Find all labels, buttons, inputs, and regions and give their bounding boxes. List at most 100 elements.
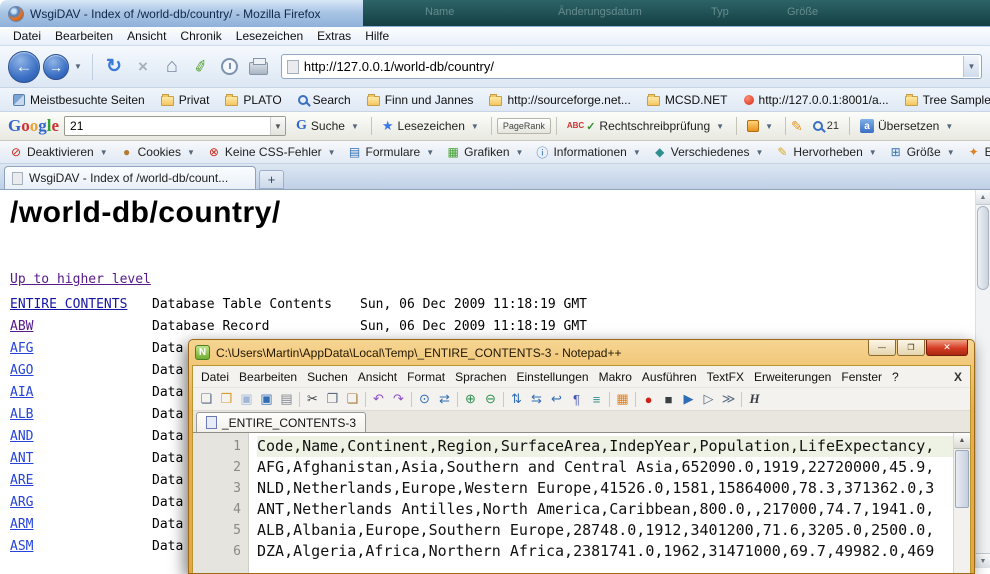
bookmark-tree-samples[interactable]: Tree Samples: [898, 92, 990, 108]
npp-menu-ausfuehren[interactable]: Ausführen: [637, 369, 702, 385]
scroll-up-button[interactable]: ▲: [954, 433, 970, 449]
indent-guide-icon[interactable]: ≡: [587, 390, 606, 409]
highlighter-button[interactable]: ✎: [791, 118, 803, 135]
webdev-groesse[interactable]: ⊞Größe▼: [884, 144, 962, 160]
paste-icon[interactable]: ❏: [343, 390, 362, 409]
listing-link-entire-contents[interactable]: ENTIRE CONTENTS: [10, 297, 127, 312]
reload-button[interactable]: ↻: [101, 53, 127, 81]
open-file-icon[interactable]: ❒: [217, 390, 236, 409]
copy-icon[interactable]: ❐: [323, 390, 342, 409]
page-scrollbar[interactable]: ▲ ▼: [975, 190, 990, 568]
webdev-cookies[interactable]: ●Cookies▼: [115, 144, 202, 160]
listing-link-asm[interactable]: ASM: [10, 539, 33, 554]
webdev-informationen[interactable]: ⓘInformationen▼: [530, 143, 647, 162]
address-bar[interactable]: http://127.0.0.1/world-db/country/ ▼: [281, 54, 982, 79]
listing-link-ant[interactable]: ANT: [10, 451, 33, 466]
scroll-down-button[interactable]: ▼: [976, 553, 990, 568]
history-clock-button[interactable]: [217, 53, 243, 81]
webdev-deaktivieren[interactable]: ⊘Deaktivieren▼: [4, 144, 115, 160]
save-macro-icon[interactable]: ▷: [699, 390, 718, 409]
close-document-button[interactable]: X: [954, 370, 962, 384]
html-preview-icon[interactable]: H: [745, 390, 764, 409]
npp-menu-datei[interactable]: Datei: [196, 369, 234, 385]
word-wrap-icon[interactable]: ↩: [547, 390, 566, 409]
menu-lesezeichen[interactable]: Lesezeichen: [229, 28, 310, 44]
cut-icon[interactable]: ✂: [303, 390, 322, 409]
scroll-up-button[interactable]: ▲: [976, 190, 990, 205]
record-macro-icon[interactable]: ●: [639, 390, 658, 409]
npp-menu-sprachen[interactable]: Sprachen: [450, 369, 511, 385]
zoom-out-icon[interactable]: ⊖: [481, 390, 500, 409]
bookmark-privat[interactable]: Privat: [154, 92, 217, 108]
up-to-higher-level-link[interactable]: Up to higher level: [10, 272, 151, 287]
notepadpp-titlebar[interactable]: N C:\Users\Martin\AppData\Local\Temp\_EN…: [189, 340, 974, 365]
npp-menu-format[interactable]: Format: [402, 369, 450, 385]
print-icon[interactable]: ▤: [277, 390, 296, 409]
close-button[interactable]: ✕: [926, 340, 968, 356]
translate-button[interactable]: a Übersetzen ▼: [855, 117, 960, 135]
google-search-input[interactable]: [65, 119, 270, 133]
url-text[interactable]: http://127.0.0.1/world-db/country/: [304, 59, 958, 74]
back-button[interactable]: ←: [8, 51, 40, 83]
sync-horizontal-icon[interactable]: ⇆: [527, 390, 546, 409]
npp-menu-help[interactable]: ?: [887, 369, 904, 385]
npp-menu-makro[interactable]: Makro: [594, 369, 637, 385]
document-tab[interactable]: _ENTIRE_CONTENTS-3: [196, 412, 366, 432]
npp-menu-einstellungen[interactable]: Einstellungen: [512, 369, 594, 385]
menu-datei[interactable]: Datei: [6, 28, 48, 44]
menu-extras[interactable]: Extras: [310, 28, 358, 44]
maximize-button[interactable]: ❐: [897, 340, 925, 356]
redo-icon[interactable]: ↷: [389, 390, 408, 409]
bookmark-search[interactable]: Search: [291, 92, 358, 108]
bookmark-mcsd-net[interactable]: MCSD.NET: [640, 92, 735, 108]
line-number-gutter[interactable]: 1 2 3 4 5 6: [193, 433, 249, 573]
url-dropdown[interactable]: ▼: [963, 56, 979, 77]
feed-button[interactable]: ✐: [185, 50, 217, 83]
npp-menu-erweiterungen[interactable]: Erweiterungen: [749, 369, 836, 385]
bookmark-finn-und-jannes[interactable]: Finn und Jannes: [360, 92, 481, 108]
history-dropdown[interactable]: ▼: [72, 62, 84, 71]
listing-link-are[interactable]: ARE: [10, 473, 33, 488]
user-panel-icon[interactable]: ▦: [613, 390, 632, 409]
google-logo[interactable]: G o o g l e: [8, 116, 59, 136]
google-bookmarks-button[interactable]: ★ Lesezeichen ▼: [377, 116, 486, 136]
sync-vertical-icon[interactable]: ⇅: [507, 390, 526, 409]
minimize-button[interactable]: —: [868, 340, 896, 356]
npp-menu-suchen[interactable]: Suchen: [302, 369, 353, 385]
webdev-css-fehler[interactable]: ⊗Keine CSS-Fehler▼: [202, 144, 343, 160]
npp-menu-ansicht[interactable]: Ansicht: [353, 369, 402, 385]
npp-menu-textfx[interactable]: TextFX: [702, 369, 749, 385]
scrollbar-thumb[interactable]: [955, 450, 969, 508]
listing-link-and[interactable]: AND: [10, 429, 33, 444]
stop-button[interactable]: ×: [130, 53, 156, 81]
spellcheck-button[interactable]: ABC ✓ Rechtschreibprüfung ▼: [562, 117, 731, 135]
menu-hilfe[interactable]: Hilfe: [358, 28, 396, 44]
webdev-hervorheben[interactable]: ✎Hervorheben▼: [770, 144, 883, 160]
npp-menu-fenster[interactable]: Fenster: [836, 369, 887, 385]
stop-macro-icon[interactable]: ■: [659, 390, 678, 409]
webdev-formulare[interactable]: ▤Formulare▼: [343, 144, 442, 160]
highlight-count[interactable]: 21: [808, 118, 844, 134]
firefox-titlebar[interactable]: WsgiDAV - Index of /world-db/country/ - …: [0, 0, 990, 27]
home-button[interactable]: ⌂: [159, 53, 185, 81]
save-all-icon[interactable]: ▣: [257, 390, 276, 409]
menu-bearbeiten[interactable]: Bearbeiten: [48, 28, 120, 44]
undo-icon[interactable]: ↶: [369, 390, 388, 409]
run-macro-multiple-icon[interactable]: ≫: [719, 390, 738, 409]
npp-menu-bearbeiten[interactable]: Bearbeiten: [234, 369, 302, 385]
play-macro-icon[interactable]: ▶: [679, 390, 698, 409]
webdev-verschiedenes[interactable]: ◆Verschiedenes▼: [648, 144, 771, 160]
listing-link-arm[interactable]: ARM: [10, 517, 33, 532]
print-button[interactable]: [246, 53, 272, 81]
scrollbar-thumb[interactable]: [977, 206, 989, 290]
webdev-extras[interactable]: ✦Extras▼: [962, 144, 990, 160]
google-search-button[interactable]: G Suche ▼: [291, 116, 366, 136]
save-icon[interactable]: ▣: [237, 390, 256, 409]
find-icon[interactable]: ⊙: [415, 390, 434, 409]
new-tab-button[interactable]: +: [259, 170, 284, 189]
sidewiki-button[interactable]: ▼: [742, 118, 780, 134]
bookmark-meistbesuchte-seiten[interactable]: Meistbesuchte Seiten: [6, 92, 152, 108]
google-search-box[interactable]: ▼: [64, 116, 286, 136]
zoom-in-icon[interactable]: ⊕: [461, 390, 480, 409]
menu-ansicht[interactable]: Ansicht: [120, 28, 173, 44]
